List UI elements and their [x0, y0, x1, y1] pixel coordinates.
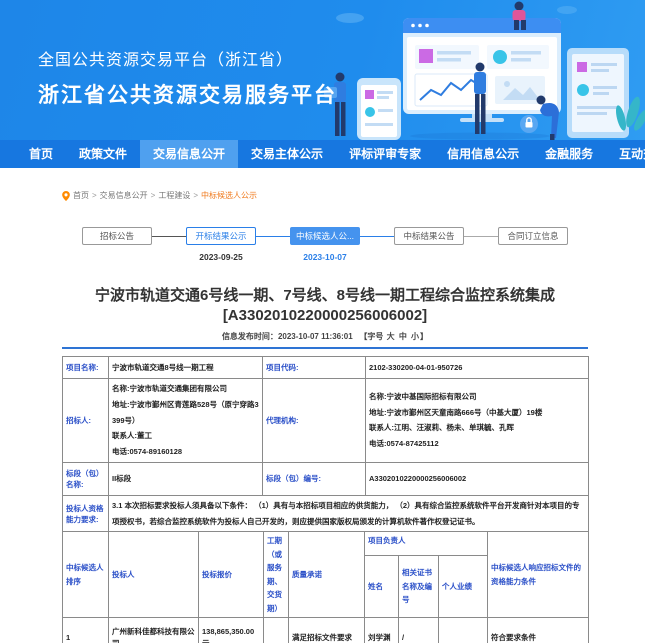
table-row: 招标人: 名称:宁波市轨道交通集团有限公司 地址:宁波市鄞州区青莲路528号（原…	[63, 379, 589, 463]
nav-item-finance[interactable]: 金融服务	[532, 140, 606, 168]
title-divider	[62, 347, 588, 349]
page-title-line2: [A3302010220000256006002]	[62, 306, 588, 326]
step-connector	[256, 236, 290, 237]
field-value-qualification: 3.1 本次招标要求投标人须具备以下条件： （1）具有与本招标项目相应的供货能力…	[109, 495, 589, 532]
candidate-manager-cert: /	[399, 618, 439, 643]
publish-time: 2023-10-07 11:36:01	[278, 332, 353, 341]
site-subtitle: 全国公共资源交易平台（浙江省）	[38, 46, 337, 70]
step-winning-candidates[interactable]: 中标候选人公...	[290, 227, 360, 245]
breadcrumb: 首页 > 交易信息公开 > 工程建设 > 中标候选人公示	[62, 190, 588, 201]
fontsize-suffix: 】	[420, 332, 428, 341]
col-header-rank: 中标候选人排序	[63, 532, 109, 618]
step-connector	[152, 236, 186, 237]
field-label-agency: 代理机构:	[263, 379, 366, 463]
breadcrumb-item-candidates: 中标候选人公示	[201, 190, 257, 201]
table-header-row: 中标候选人排序 投标人 投标报价 工期（或服务期、交货期） 质量承诺 项目负责人…	[63, 532, 589, 556]
field-value-agency: 名称:宁波中基国际招标有限公司 地址:宁波市鄞州区天童南路666号（中基大厦）1…	[366, 379, 589, 463]
field-label-qualification: 投标人资格能力要求:	[63, 495, 109, 532]
breadcrumb-separator: >	[151, 191, 156, 200]
page-title: 宁波市轨道交通6号线一期、7号线、8号线一期工程综合监控系统集成 [A33020…	[62, 286, 588, 326]
breadcrumb-separator: >	[193, 191, 198, 200]
field-label-tenderer: 招标人:	[63, 379, 109, 463]
fontsize-prefix: 【字号	[359, 332, 383, 341]
nav-item-trade-info[interactable]: 交易信息公开	[140, 140, 238, 168]
nav-item-credit[interactable]: 信用信息公示	[434, 140, 532, 168]
field-label-section-code: 标段（包）编号:	[263, 462, 366, 495]
fontsize-medium-button[interactable]: 中	[399, 332, 407, 341]
step-date: 2023-10-07	[303, 252, 346, 262]
field-value-project-code: 2102-330200-04-01-950726	[366, 357, 589, 379]
site-banner: 全国公共资源交易平台（浙江省） 浙江省公共资源交易服务平台	[0, 0, 645, 140]
fontsize-large-button[interactable]: 大	[387, 332, 395, 341]
main-content: 首页 > 交易信息公开 > 工程建设 > 中标候选人公示 招标公告 开标结果公示…	[62, 190, 588, 643]
col-header-manager: 项目负责人	[365, 532, 488, 556]
nav-item-interaction[interactable]: 互动交流	[606, 140, 645, 168]
step-date: 2023-09-25	[199, 252, 242, 262]
main-nav: 首页 政策文件 交易信息公开 交易主体公示 评标评审专家 信用信息公示 金融服务…	[0, 140, 645, 168]
step-contract-info[interactable]: 合同订立信息	[498, 227, 568, 245]
breadcrumb-item-trade-info[interactable]: 交易信息公开	[100, 190, 148, 201]
candidate-condition: 符合要求条件	[488, 618, 589, 643]
candidate-price: 138,865,350.00元	[199, 618, 264, 643]
candidate-manager-achievement	[439, 618, 488, 643]
step-tender-announcement[interactable]: 招标公告	[82, 227, 152, 245]
step-bid-opening-result[interactable]: 开标结果公示	[186, 227, 256, 245]
col-header-manager-achievement: 个人业绩	[439, 555, 488, 617]
candidate-manager-name: 刘学渊	[365, 618, 399, 643]
page-title-line1: 宁波市轨道交通6号线一期、7号线、8号线一期工程综合监控系统集成	[62, 286, 588, 306]
candidate-bidder: 广州新科佳都科技有限公司	[109, 618, 199, 643]
col-header-bidder: 投标人	[109, 532, 199, 618]
breadcrumb-separator: >	[92, 191, 97, 200]
site-title: 浙江省公共资源交易服务平台	[38, 79, 337, 109]
field-label-project-name: 项目名称:	[63, 357, 109, 379]
candidate-quality: 满足招标文件要求	[289, 618, 365, 643]
table-row: 项目名称: 宁波市轨道交通8号线一期工程 项目代码: 2102-330200-0…	[63, 357, 589, 379]
location-pin-icon	[62, 191, 70, 201]
publish-time-label: 信息发布时间：	[222, 332, 278, 341]
col-header-condition: 中标候选人响应招标文件的资格能力条件	[488, 532, 589, 618]
step-winning-result[interactable]: 中标结果公告	[394, 227, 464, 245]
col-header-price: 投标报价	[199, 532, 264, 618]
col-header-manager-cert: 相关证书名称及编号	[399, 555, 439, 617]
process-step-flow: 招标公告 开标结果公示 2023-09-25 中标候选人公... 2023-10…	[62, 227, 588, 262]
step-connector	[360, 236, 394, 237]
candidates-table: 中标候选人排序 投标人 投标报价 工期（或服务期、交货期） 质量承诺 项目负责人…	[62, 531, 589, 643]
field-value-section-name: II标段	[109, 462, 263, 495]
nav-item-trade-subject[interactable]: 交易主体公示	[238, 140, 336, 168]
field-label-section-name: 标段（包）名称:	[63, 462, 109, 495]
candidate-duration	[264, 618, 289, 643]
fontsize-small-button[interactable]: 小	[411, 332, 419, 341]
banner-illustration	[315, 0, 645, 140]
nav-item-experts[interactable]: 评标评审专家	[336, 140, 434, 168]
nav-item-home[interactable]: 首页	[16, 140, 66, 168]
table-row: 标段（包）名称: II标段 标段（包）编号: A3302010220000256…	[63, 462, 589, 495]
field-value-section-code: A3302010220000256006002	[366, 462, 589, 495]
field-label-project-code: 项目代码:	[263, 357, 366, 379]
step-connector	[464, 236, 498, 237]
field-value-tenderer: 名称:宁波市轨道交通集团有限公司 地址:宁波市鄞州区青莲路528号（原宁穿路33…	[109, 379, 263, 463]
col-header-duration: 工期（或服务期、交货期）	[264, 532, 289, 618]
nav-item-policy[interactable]: 政策文件	[66, 140, 140, 168]
publish-meta: 信息发布时间：2023-10-07 11:36:01 【字号 大 中 小】	[62, 331, 588, 342]
candidate-rank: 1	[63, 618, 109, 643]
col-header-manager-name: 姓名	[365, 555, 399, 617]
col-header-quality: 质量承诺	[289, 532, 365, 618]
table-row: 投标人资格能力要求: 3.1 本次招标要求投标人须具备以下条件： （1）具有与本…	[63, 495, 589, 532]
field-value-project-name: 宁波市轨道交通8号线一期工程	[109, 357, 263, 379]
breadcrumb-item-construction[interactable]: 工程建设	[158, 190, 190, 201]
breadcrumb-item-home[interactable]: 首页	[73, 190, 89, 201]
project-info-table: 项目名称: 宁波市轨道交通8号线一期工程 项目代码: 2102-330200-0…	[62, 356, 589, 532]
candidate-row: 1 广州新科佳都科技有限公司 138,865,350.00元 满足招标文件要求 …	[63, 618, 589, 643]
